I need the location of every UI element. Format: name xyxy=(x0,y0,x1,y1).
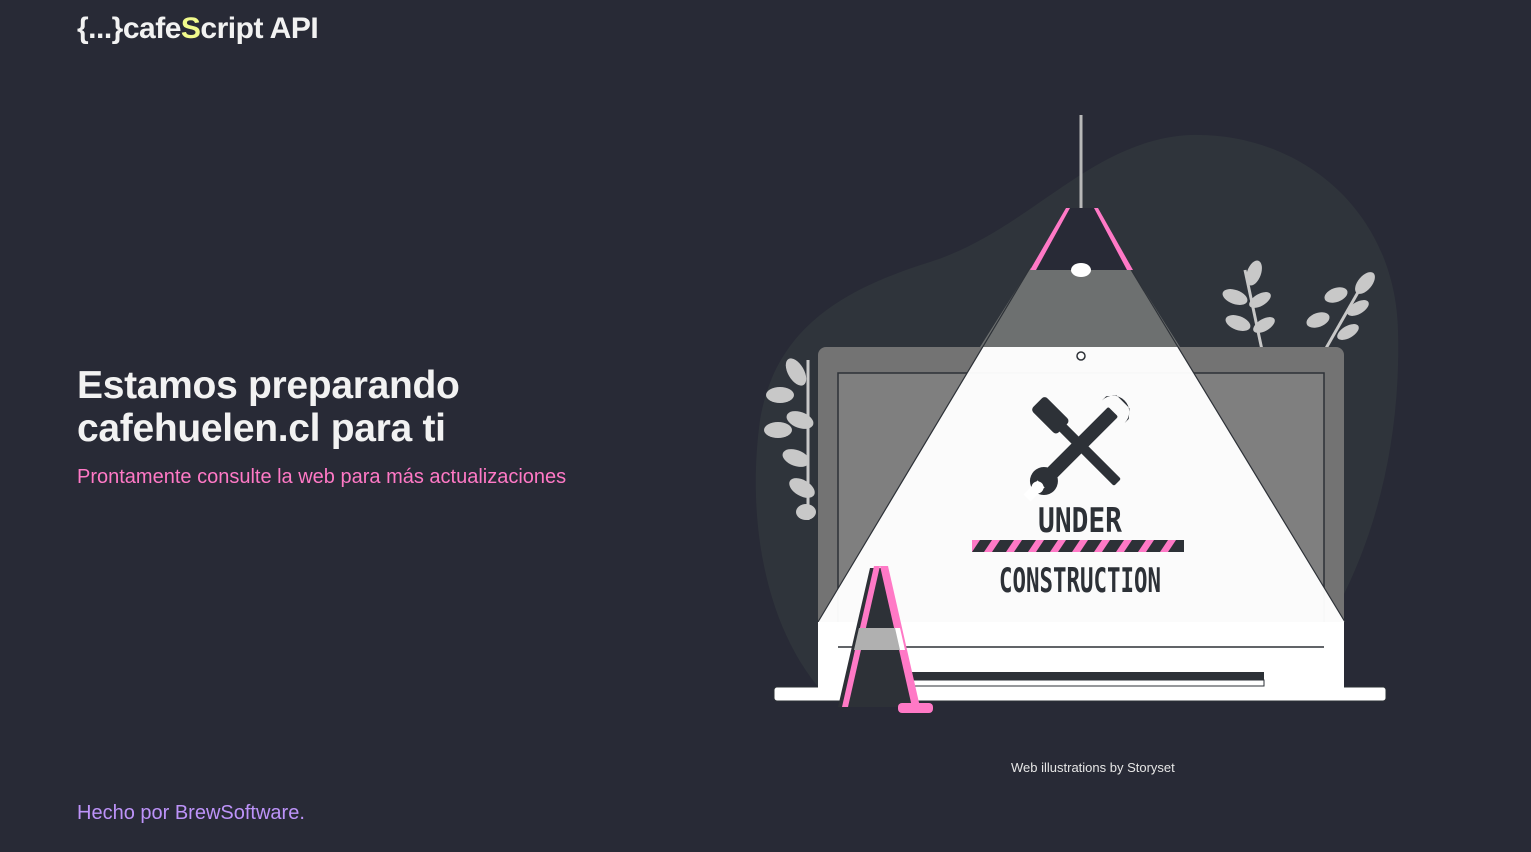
page-subtitle: Prontamente consulte la web para más act… xyxy=(77,466,567,488)
caution-stripe xyxy=(972,540,1184,552)
illustration-credit-link[interactable]: Web illustrations by Storyset xyxy=(1011,760,1175,775)
logo-accent: S xyxy=(180,12,201,45)
page: {...}cafeScript API Estamos preparando c… xyxy=(0,0,1531,852)
footer-text[interactable]: Hecho por BrewSoftware. xyxy=(77,802,305,825)
logo-prefix: {...}cafe xyxy=(77,12,181,45)
site-logo[interactable]: {...}cafeScript API xyxy=(77,12,319,46)
page-title: Estamos preparando cafehuelen.cl para ti xyxy=(77,364,697,450)
under-construction-illustration: UNDER CONSTRUCTION xyxy=(755,115,1399,713)
hero-section: Estamos preparando cafehuelen.cl para ti… xyxy=(77,364,697,489)
title-line-2: cafehuelen.cl para ti xyxy=(77,407,446,450)
logo-suffix: cript API xyxy=(200,12,319,45)
under-text: UNDER xyxy=(1038,501,1122,540)
construction-text: CONSTRUCTION xyxy=(999,560,1161,600)
title-line-1: Estamos preparando xyxy=(77,364,460,407)
laptop-camera xyxy=(1076,351,1086,361)
